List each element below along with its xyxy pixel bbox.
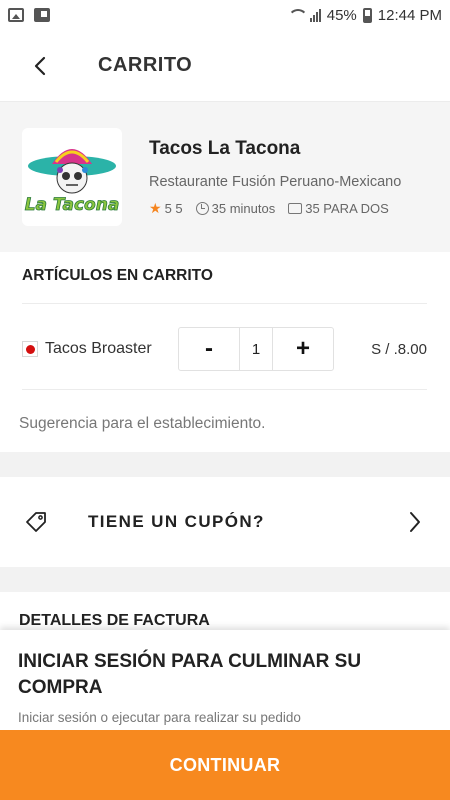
increment-button[interactable]: + [273, 328, 333, 370]
page-title: CARRITO [98, 54, 193, 76]
quantity-value: 1 [239, 328, 273, 370]
battery-percent: 45% [326, 6, 357, 24]
suggestion-input[interactable]: Sugerencia para el establecimiento. [19, 415, 265, 433]
quantity-stepper: - 1 + [178, 327, 334, 371]
delivery-time: 35 minutos [195, 200, 276, 216]
restaurant-card: La Tacona Tacos La Tacona Restaurante Fu… [0, 102, 450, 252]
rating: ★ 5 5 [149, 200, 183, 217]
signal-icon [309, 8, 321, 22]
restaurant-info: Tacos La Tacona Restaurante Fusión Perua… [149, 138, 439, 217]
svg-text:La Tacona: La Tacona [25, 195, 120, 215]
coupon-button[interactable]: TIENE UN CUPÓN? [0, 477, 450, 567]
gallery-notification-icon [8, 8, 24, 22]
wallet-icon [288, 202, 303, 214]
section-spacer [0, 567, 450, 592]
price-for-two-value: 35 PARA DOS [305, 200, 389, 216]
billing-section-title: DETALLES DE FACTURA [0, 592, 450, 632]
clock-icon [195, 201, 209, 215]
tag-icon [26, 512, 46, 532]
cart-item-name: Tacos Broaster [45, 340, 152, 357]
wifi-icon [287, 9, 308, 21]
coupon-label: TIENE UN CUPÓN? [88, 512, 265, 531]
flipboard-notification-icon [34, 8, 50, 22]
divider [22, 389, 427, 390]
section-spacer [0, 452, 450, 477]
login-prompt[interactable]: INICIAR SESIÓN PARA CULMINAR SU COMPRA I… [0, 630, 450, 730]
cart-section: ARTÍCULOS EN CARRITO Tacos Broaster - 1 … [0, 252, 450, 452]
back-button[interactable] [10, 36, 70, 96]
item-type-icon [22, 341, 38, 357]
restaurant-meta: ★ 5 5 35 minutos 35 PARA DOS [149, 200, 439, 217]
rating-value: 5 5 [164, 200, 183, 216]
login-prompt-subtitle: Iniciar sesión o ejecutar para realizar … [18, 710, 301, 725]
chevron-right-icon [410, 512, 420, 532]
restaurant-logo: La Tacona [22, 128, 122, 226]
cart-section-title: ARTÍCULOS EN CARRITO [22, 267, 213, 284]
cart-item: Tacos Broaster - 1 + S / .8.00 [22, 327, 427, 371]
divider [22, 303, 427, 304]
cart-item-price: S / .8.00 [371, 340, 427, 358]
restaurant-name: Tacos La Tacona [149, 137, 301, 159]
login-prompt-title: INICIAR SESIÓN PARA CULMINAR SU COMPRA [18, 651, 362, 698]
restaurant-description: Restaurante Fusión Peruano-Mexicano [149, 173, 402, 190]
back-arrow-icon [34, 56, 46, 75]
price-for-two: 35 PARA DOS [288, 201, 389, 216]
decrement-button[interactable]: - [179, 328, 239, 370]
restaurant-logo-image: La Tacona [24, 149, 120, 215]
continue-label: CONTINUAR [169, 754, 281, 775]
delivery-time-value: 35 minutos [211, 200, 276, 216]
app-header: CARRITO [0, 30, 450, 102]
star-icon: ★ [149, 199, 162, 216]
battery-icon [362, 7, 372, 23]
clock-time: 12:44 PM [377, 6, 442, 24]
continue-button[interactable]: CONTINUAR [0, 730, 450, 800]
status-bar: 45% 12:44 PM [0, 0, 450, 30]
